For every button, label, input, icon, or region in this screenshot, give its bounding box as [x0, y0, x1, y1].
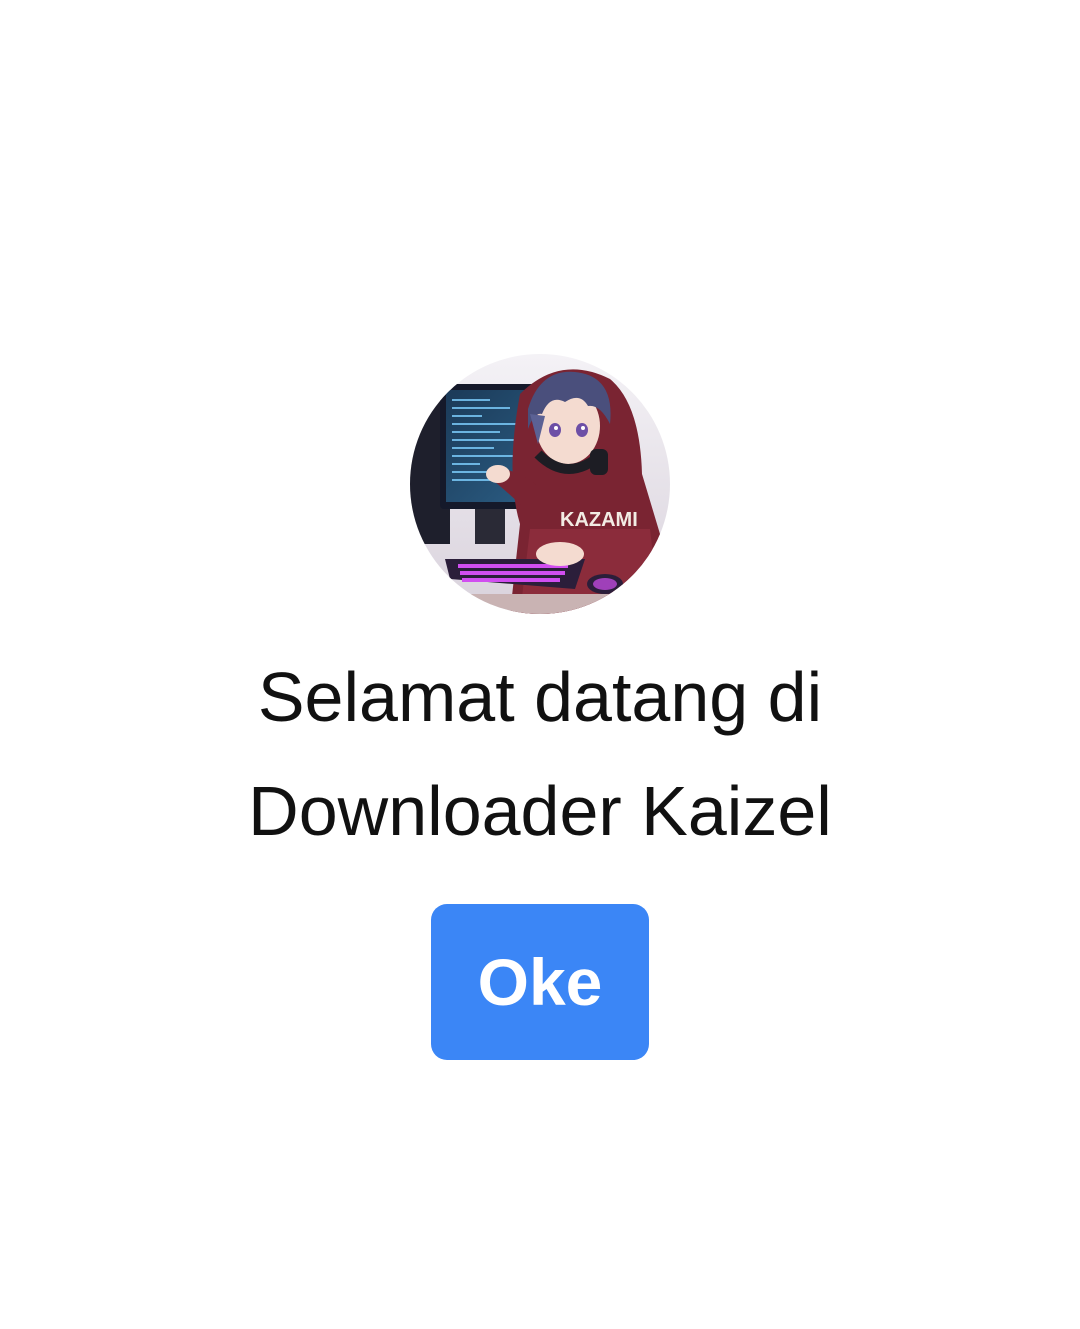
hoodie-text: KAZAMI — [560, 509, 638, 531]
welcome-title-line2: Downloader Kaizel — [248, 772, 832, 850]
welcome-screen: KAZAMI Selamat datang di Downloader Kaiz… — [0, 0, 1080, 1329]
profile-avatar: KAZAMI — [410, 354, 670, 614]
welcome-title-line1: Selamat datang di — [257, 658, 823, 736]
ok-button[interactable]: Oke — [431, 904, 649, 1060]
welcome-title: Selamat datang di Downloader Kaizel — [0, 640, 1080, 868]
avatar-illustration: KAZAMI — [410, 354, 670, 614]
